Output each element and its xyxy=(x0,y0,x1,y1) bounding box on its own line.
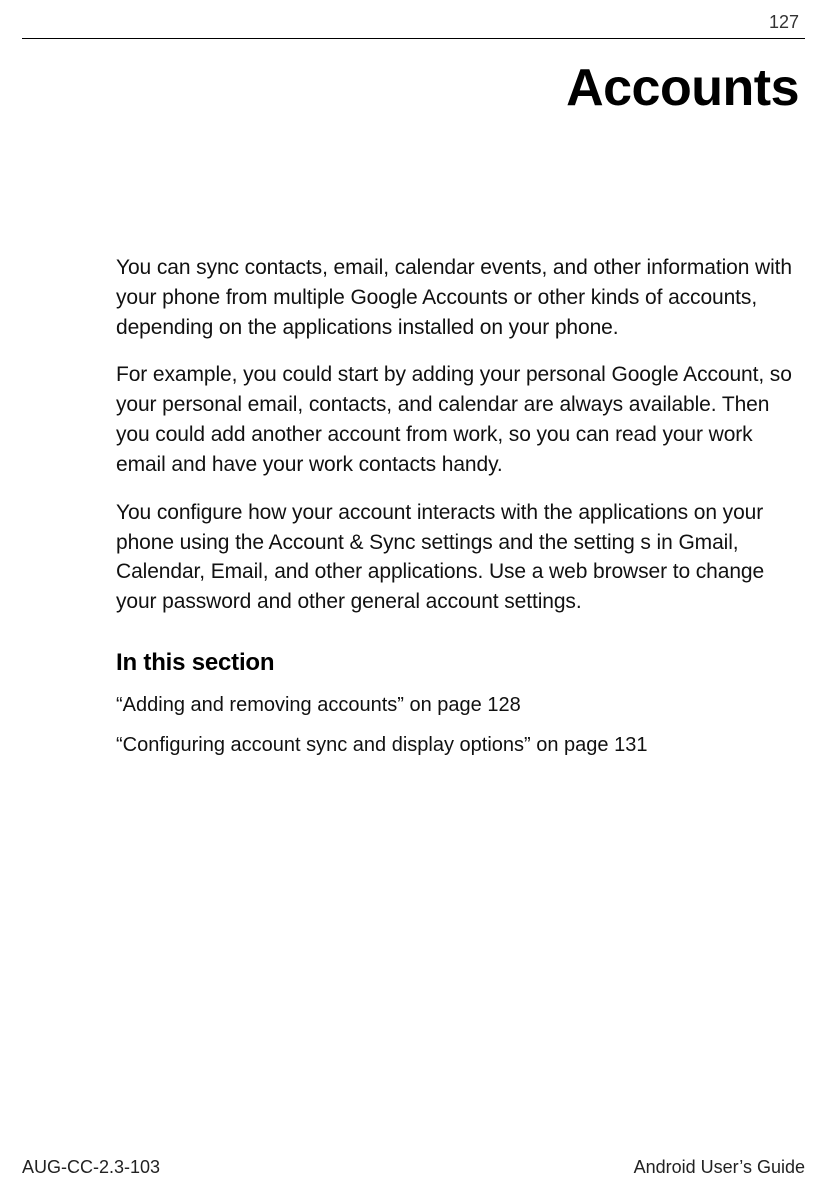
chapter-title: Accounts xyxy=(566,58,799,118)
footer: AUG-CC-2.3-103 Android User’s Guide xyxy=(22,1157,805,1178)
footer-guide-title: Android User’s Guide xyxy=(634,1157,805,1178)
body-paragraph: You can sync contacts, email, calendar e… xyxy=(116,253,799,342)
body-paragraph: You configure how your account interacts… xyxy=(116,498,799,617)
header-rule xyxy=(22,38,805,39)
page-number: 127 xyxy=(769,12,799,33)
body-paragraph: For example, you could start by adding y… xyxy=(116,360,799,479)
toc-link[interactable]: “Adding and removing accounts” on page 1… xyxy=(116,691,799,719)
content-area: You can sync contacts, email, calendar e… xyxy=(116,253,799,771)
section-heading: In this section xyxy=(116,649,799,677)
footer-doc-id: AUG-CC-2.3-103 xyxy=(22,1157,160,1178)
toc-link[interactable]: “Configuring account sync and display op… xyxy=(116,731,799,759)
